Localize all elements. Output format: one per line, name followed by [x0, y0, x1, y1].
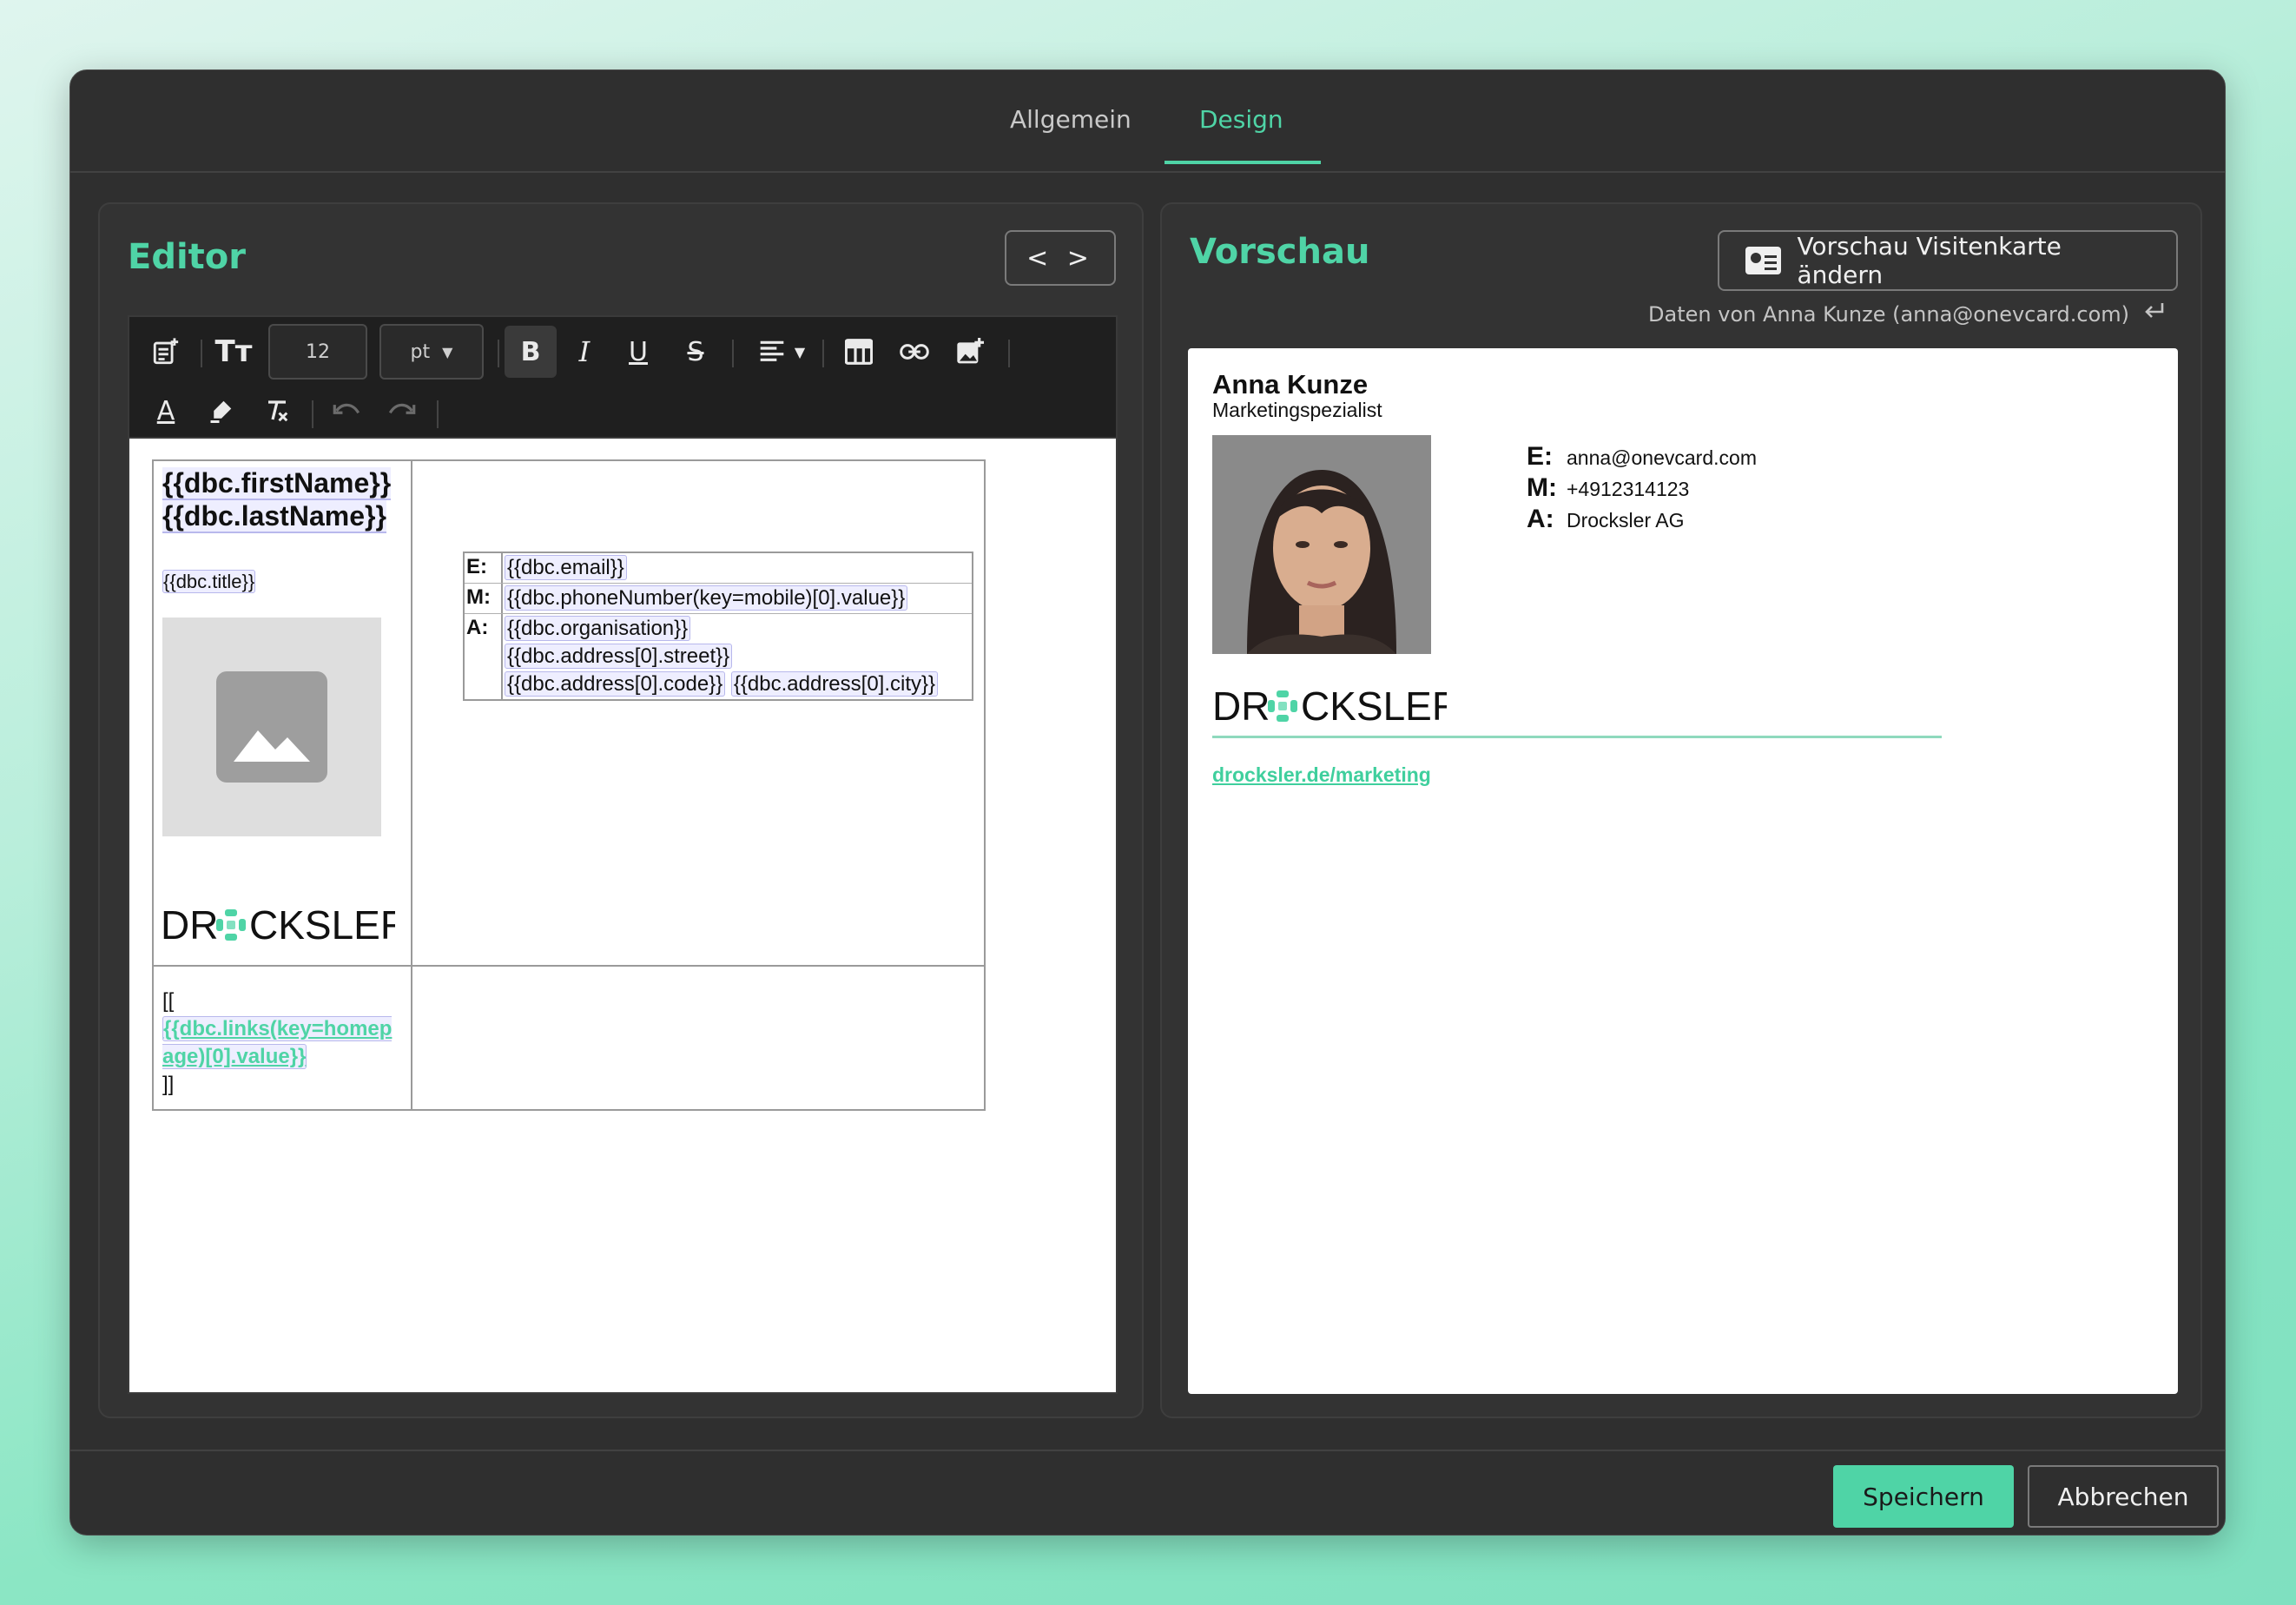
toolbar-separator [437, 400, 439, 428]
contact-row-address: A: {{dbc.organisation}} {{dbc.address[0]… [465, 614, 972, 699]
unit-select[interactable]: pt ▼ [379, 324, 484, 380]
editor-toolbar: Tт 12 pt ▼ B I U S ▼ A [128, 315, 1118, 437]
table-divider [411, 461, 412, 1109]
code-view-button[interactable]: < > [1005, 230, 1116, 286]
preview-email-label: E: [1527, 442, 1553, 471]
mobile-label: M: [465, 584, 503, 613]
editor-title: Editor [128, 237, 246, 277]
table-icon[interactable] [838, 331, 880, 373]
chevron-down-icon: ▼ [442, 343, 453, 360]
svg-text:DR: DR [161, 902, 218, 948]
email-label: E: [465, 553, 503, 583]
link-close-bracket: ]] [162, 1073, 175, 1096]
font-color-icon[interactable]: A [145, 390, 187, 432]
settings-modal: Allgemein Design Editor < > Tт 12 pt ▼ B… [69, 69, 2226, 1536]
align-dropdown-chevron-icon[interactable]: ▼ [788, 331, 812, 373]
title-placeholder[interactable]: {{dbc.title}} [162, 570, 256, 593]
preview-email-row: E: anna@onevcard.com [1527, 442, 1757, 473]
footer-divider [70, 1450, 2225, 1451]
preview-mobile-label: M: [1527, 473, 1557, 502]
signature-preview: Anna Kunze Marketingspezialist E: anna@o… [1188, 348, 2178, 1394]
organisation-placeholder[interactable]: {{dbc.organisation}} [505, 616, 691, 641]
preview-homepage-link[interactable]: drocksler.de/marketing [1212, 763, 1431, 787]
unit-select-value: pt [410, 340, 431, 363]
contact-row-email: E: {{dbc.email}} [465, 553, 972, 584]
tab-bar: Allgemein Design [70, 70, 2225, 173]
strikethrough-icon[interactable]: S [675, 331, 716, 373]
preview-mobile-row: M: +4912314123 [1527, 473, 1757, 505]
toolbar-separator [201, 340, 202, 367]
change-preview-card-button[interactable]: Vorschau Visitenkarte ändern [1718, 230, 2178, 291]
signature-template-table: {{dbc.firstName}} {{dbc.lastName}} {{dbc… [152, 459, 986, 1111]
preview-address-label: A: [1527, 505, 1554, 533]
font-size-input[interactable]: 12 [268, 324, 367, 380]
preview-address-value: Drocksler AG [1567, 509, 1685, 532]
preview-title: Vorschau [1190, 232, 1370, 272]
active-tab-indicator [1164, 161, 1321, 164]
svg-text:CKSLER: CKSLER [249, 902, 395, 948]
contact-card-icon [1745, 247, 1782, 274]
contact-table: E: {{dbc.email}} M: {{dbc.phoneNumber(ke… [463, 552, 973, 701]
tab-allgemein[interactable]: Allgemein [1010, 105, 1132, 134]
preview-email-value: anna@onevcard.com [1567, 446, 1757, 469]
insert-image-icon[interactable] [949, 331, 991, 373]
change-preview-card-label: Vorschau Visitenkarte ändern [1797, 232, 2062, 289]
preview-mobile-value: +4912314123 [1567, 478, 1690, 500]
bold-icon[interactable]: B [505, 326, 557, 378]
profile-photo [1212, 435, 1431, 654]
preview-data-source: Daten von Anna Kunze (anna@onevcard.com) [1648, 301, 2166, 327]
company-logo: DR CKSLER [161, 902, 409, 951]
toolbar-separator [1008, 340, 1010, 367]
clear-format-icon[interactable] [256, 390, 298, 432]
svg-text:CKSLER: CKSLER [1301, 684, 1447, 729]
underline-icon[interactable]: U [617, 331, 659, 373]
preview-job-title: Marketingspezialist [1212, 399, 1382, 421]
editor-canvas[interactable]: {{dbc.firstName}} {{dbc.lastName}} {{dbc… [128, 437, 1118, 1394]
mobile-placeholder[interactable]: {{dbc.phoneNumber(key=mobile)[0].value}} [505, 585, 908, 611]
cancel-button[interactable]: Abbrechen [2028, 1465, 2219, 1528]
toolbar-separator [822, 340, 824, 367]
city-placeholder[interactable]: {{dbc.address[0].city}} [730, 671, 939, 697]
insert-template-icon[interactable] [145, 331, 187, 373]
toolbar-separator [312, 400, 313, 428]
homepage-link-placeholder[interactable]: [[ {{dbc.links(key=homepage)[0].value}} … [162, 987, 397, 1099]
return-arrow-icon[interactable] [2143, 301, 2166, 327]
redo-icon[interactable] [381, 390, 423, 432]
save-button[interactable]: Speichern [1833, 1465, 2014, 1528]
highlight-icon[interactable] [201, 390, 242, 432]
homepage-link-text: {{dbc.links(key=homepage)[0].value}} [162, 1016, 393, 1069]
tab-design[interactable]: Design [1199, 105, 1283, 134]
preview-name: Anna Kunze [1212, 369, 1369, 400]
editor-panel: Editor < > Tт 12 pt ▼ B I U S ▼ A {{dbc.… [98, 202, 1144, 1418]
photo-placeholder[interactable] [162, 618, 381, 836]
toolbar-separator [732, 340, 734, 367]
font-size-icon[interactable]: Tт [213, 331, 254, 373]
link-open-bracket: [[ [162, 989, 175, 1013]
preview-divider [1212, 736, 1942, 738]
first-name-placeholder: {{dbc.firstName}} [162, 467, 392, 500]
postal-code-placeholder[interactable]: {{dbc.address[0].code}} [505, 671, 726, 697]
preview-panel: Vorschau Vorschau Visitenkarte ändern Da… [1160, 202, 2202, 1418]
address-label: A: [465, 614, 503, 699]
preview-company-logo: DR CKSLER [1212, 684, 1461, 732]
align-left-icon[interactable] [751, 331, 793, 373]
contact-row-mobile: M: {{dbc.phoneNumber(key=mobile)[0].valu… [465, 584, 972, 614]
last-name-placeholder: {{dbc.lastName}} [162, 500, 386, 533]
toolbar-separator [498, 340, 499, 367]
svg-text:DR: DR [1212, 684, 1270, 729]
preview-data-source-text: Daten von Anna Kunze (anna@onevcard.com) [1648, 302, 2129, 327]
name-placeholder[interactable]: {{dbc.firstName}} {{dbc.lastName}} [162, 466, 397, 533]
email-placeholder[interactable]: {{dbc.email}} [505, 555, 627, 580]
undo-icon[interactable] [326, 390, 367, 432]
street-placeholder[interactable]: {{dbc.address[0].street}} [505, 644, 733, 669]
link-icon[interactable] [894, 331, 935, 373]
preview-address-row: A: Drocksler AG [1527, 505, 1757, 536]
table-divider [154, 965, 984, 967]
image-placeholder-icon [216, 671, 327, 783]
preview-contact-block: E: anna@onevcard.com M: +4912314123 A: D… [1527, 442, 1757, 536]
italic-icon[interactable]: I [564, 331, 605, 373]
title-placeholder-text: {{dbc.title}} [162, 570, 256, 593]
